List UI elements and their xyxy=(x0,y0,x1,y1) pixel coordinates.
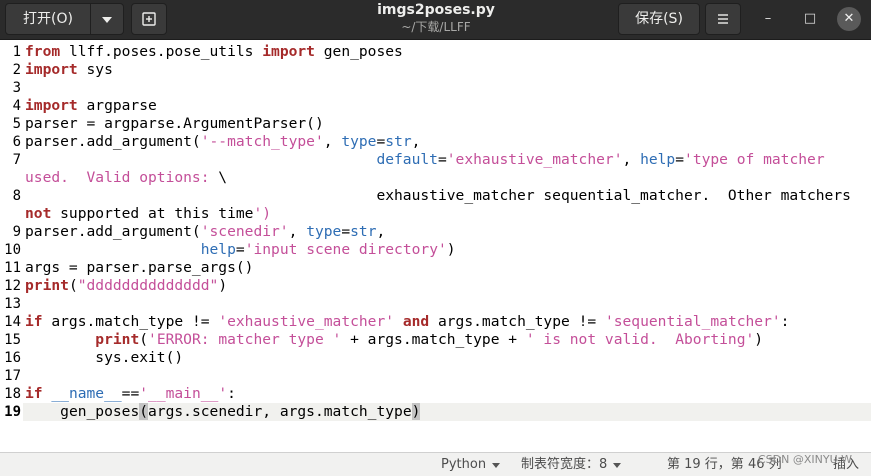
code-line[interactable]: import argparse xyxy=(25,97,870,115)
code-line[interactable]: args = parser.parse_args() xyxy=(25,259,870,277)
language-selector[interactable]: Python xyxy=(441,457,501,473)
status-bar: Python 制表符宽度：8 第 19 行，第 46 列 插入 xyxy=(0,452,871,476)
close-button[interactable]: ✕ xyxy=(837,7,861,31)
code-area[interactable]: from llff.poses.pose_utils import gen_po… xyxy=(0,41,871,452)
code-line[interactable]: from llff.poses.pose_utils import gen_po… xyxy=(25,43,870,61)
save-button[interactable]: 保存(S) xyxy=(618,3,700,35)
tab-width-selector[interactable]: 制表符宽度：8 xyxy=(521,457,622,473)
code-line[interactable]: print('ERROR: matcher type ' + args.matc… xyxy=(25,331,870,349)
code-line[interactable]: sys.exit() xyxy=(25,349,870,367)
minimize-button[interactable]: – xyxy=(755,6,781,32)
code-line[interactable]: help='input scene directory') xyxy=(25,241,870,259)
header-bar: 打开(O) imgs2poses.py ~/下载/LLFF 保存(S) – □ … xyxy=(0,0,871,40)
chevron-down-icon xyxy=(613,463,622,468)
code-line[interactable]: if args.match_type != 'exhaustive_matche… xyxy=(25,313,870,331)
language-label: Python xyxy=(441,457,487,472)
code-line[interactable]: parser.add_argument('scenedir', type=str… xyxy=(25,223,870,241)
new-document-icon xyxy=(142,12,156,26)
maximize-button[interactable]: □ xyxy=(797,6,823,32)
chevron-down-icon xyxy=(102,17,112,23)
window-title-block: imgs2poses.py ~/下载/LLFF xyxy=(300,1,572,35)
new-document-button[interactable] xyxy=(131,3,167,35)
main-menu-button[interactable] xyxy=(705,3,741,35)
hamburger-menu-icon xyxy=(718,14,728,24)
code-line[interactable]: if __name__=='__main__': xyxy=(25,385,870,403)
code-line[interactable]: parser = argparse.ArgumentParser() xyxy=(25,115,870,133)
code-line[interactable]: default='exhaustive_matcher', help='type… xyxy=(25,151,870,187)
code-editor[interactable]: 1 2 3 4 5 6 7 8 9 10 11 12 13 14 15 16 17 18 19 from llff.… xyxy=(0,41,871,452)
chevron-down-icon xyxy=(492,463,501,468)
open-recent-menu-button[interactable] xyxy=(90,3,124,35)
window-title: imgs2poses.py xyxy=(377,2,495,18)
tab-width-label: 制表符宽度：8 xyxy=(521,457,608,472)
code-line[interactable]: import sys xyxy=(25,61,870,79)
open-button[interactable]: 打开(O) xyxy=(5,3,91,35)
code-line[interactable]: gen_poses(args.scenedir, args.match_type… xyxy=(25,403,870,421)
code-line[interactable]: print("dddddddddddddd") xyxy=(25,277,870,295)
window-subtitle: ~/下载/LLFF xyxy=(401,20,471,34)
code-line[interactable]: parser.add_argument('--match_type', type… xyxy=(25,133,870,151)
watermark: CSDN @XINYU.W xyxy=(758,453,853,466)
code-line[interactable]: exhaustive_matcher sequential_matcher. O… xyxy=(25,187,870,223)
